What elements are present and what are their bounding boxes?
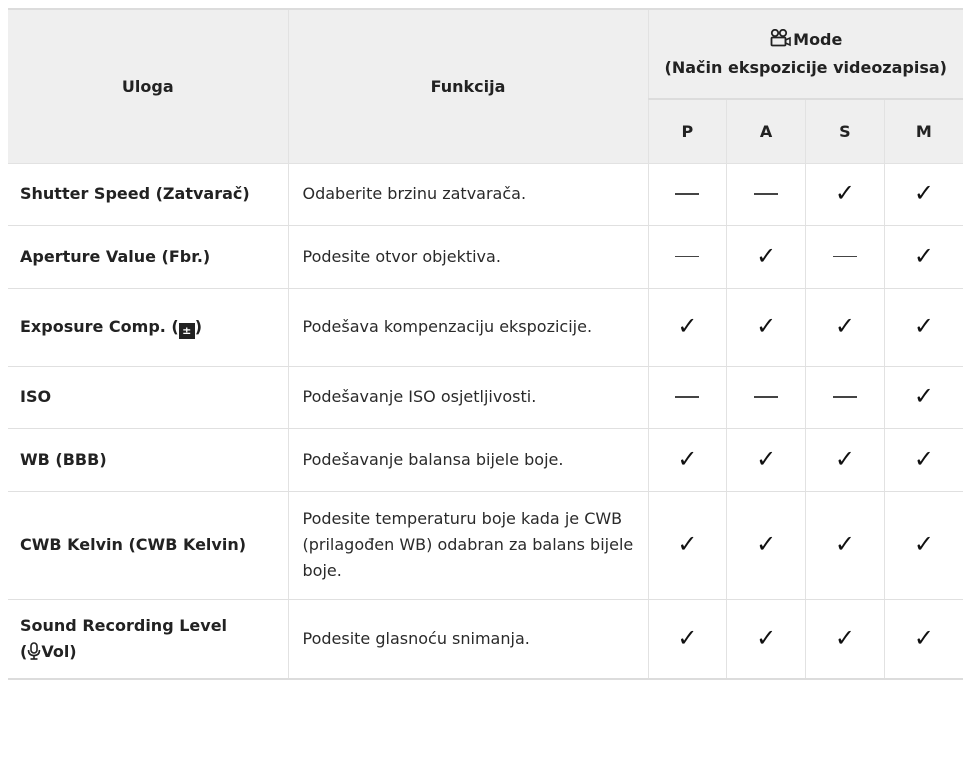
mark-cell: ✓: [647, 288, 727, 367]
checkmark-icon: ✓: [756, 623, 777, 652]
row-role: Aperture Value (Fbr.): [8, 225, 288, 289]
header-role: Uloga: [8, 8, 289, 164]
checkmark-icon: ✓: [677, 623, 698, 652]
mark-cell: ✓: [647, 599, 727, 680]
mark-cell: ✓: [883, 225, 964, 289]
row-role: ISO: [8, 366, 288, 429]
mark-cell: ✓: [883, 288, 964, 367]
row-role-prefix: Exposure Comp. (: [20, 317, 179, 336]
dash-icon: [832, 396, 857, 398]
row-role: Shutter Speed (Zatvarač): [8, 163, 288, 226]
header-mode-p: P: [648, 98, 728, 164]
mark-cell: [805, 366, 885, 429]
row-function: Podesite otvor objektiva.: [287, 225, 648, 289]
checkmark-icon: ✓: [913, 382, 934, 410]
mark-cell: [647, 366, 727, 429]
checkmark-icon: ✓: [834, 312, 855, 340]
mark-cell: [726, 366, 806, 429]
mark-cell: ✓: [883, 428, 964, 492]
checkmark-icon: ✓: [677, 444, 698, 473]
mark-cell: ✓: [805, 428, 885, 492]
header-mode-s: S: [805, 98, 885, 164]
header-function: Funkcija: [287, 8, 649, 164]
mark-cell: ✓: [726, 599, 806, 680]
table-row: CWB Kelvin (CWB Kelvin) Podesite tempera…: [8, 491, 964, 600]
mark-cell: ✓: [647, 491, 727, 600]
mark-cell: ✓: [726, 491, 806, 600]
checkmark-icon: ✓: [756, 530, 777, 558]
row-role-line1: Sound Recording Level: [20, 615, 228, 635]
dash-icon: [675, 193, 700, 195]
table-row: WB (BBB) Podešavanje balansa bijele boje…: [8, 428, 964, 492]
checkmark-icon: ✓: [756, 241, 777, 270]
row-function: Podešavanje ISO osjetljivosti.: [287, 366, 648, 429]
checkmark-icon: ✓: [834, 444, 855, 473]
row-function: Podesite temperaturu boje kada je CWB (p…: [287, 491, 648, 600]
mark-cell: ✓: [647, 428, 727, 492]
mark-cell: [726, 163, 806, 226]
header-mode: Mode (Način ekspozicije videozapisa): [647, 8, 964, 100]
mark-cell: [647, 225, 727, 289]
table-row: ISO Podešavanje ISO osjetljivosti. ✓: [8, 366, 964, 429]
header-mode-m: M: [883, 98, 964, 164]
row-function: Podešava kompenzaciju ekspozicije.: [287, 288, 648, 367]
dash-icon: [754, 396, 779, 398]
checkmark-icon: ✓: [677, 312, 698, 340]
row-function: Podesite glasnoću snimanja.: [287, 599, 648, 680]
checkmark-icon: ✓: [756, 444, 777, 473]
header-mode-subtitle: (Način ekspozicije videozapisa): [664, 58, 947, 77]
table-row: Shutter Speed (Zatvarač) Odaberite brzin…: [8, 163, 964, 226]
checkmark-icon: ✓: [834, 623, 855, 652]
mark-cell: ✓: [805, 288, 885, 367]
mark-cell: ✓: [805, 491, 885, 600]
checkmark-icon: ✓: [913, 179, 934, 207]
mark-cell: ✓: [883, 599, 964, 680]
settings-table: Uloga Funkcija Mode (Način ekspozicije v…: [8, 8, 964, 680]
table-row: Aperture Value (Fbr.) Podesite otvor obj…: [8, 225, 964, 289]
checkmark-icon: ✓: [677, 530, 698, 558]
row-role-line2-suffix: Vol): [41, 641, 77, 661]
checkmark-icon: ✓: [834, 179, 855, 207]
dash-icon: [754, 193, 779, 195]
mark-cell: ✓: [726, 288, 806, 367]
checkmark-icon: ✓: [913, 312, 934, 340]
row-function: Odaberite brzinu zatvarača.: [287, 163, 648, 226]
mark-cell: [647, 163, 727, 226]
table-row: Sound Recording Level ( Vol) Podesite glas…: [8, 599, 964, 680]
checkmark-icon: ✓: [913, 444, 934, 473]
checkmark-icon: ✓: [913, 241, 934, 270]
checkmark-icon: ✓: [913, 530, 934, 558]
mark-cell: ✓: [883, 366, 964, 429]
checkmark-icon: ✓: [834, 530, 855, 558]
row-role-suffix: ): [194, 317, 203, 336]
dash-icon: [832, 255, 857, 258]
row-role: WB (BBB): [8, 428, 288, 492]
row-role-line2-prefix: (: [20, 641, 28, 661]
row-role: Exposure Comp. (±): [8, 288, 288, 367]
row-function: Podešavanje balansa bijele boje.: [287, 428, 648, 492]
movie-camera-icon: [770, 29, 791, 47]
mark-cell: ✓: [883, 163, 964, 226]
checkmark-icon: ✓: [913, 623, 934, 652]
microphone-icon: [28, 641, 41, 660]
dash-icon: [675, 396, 700, 398]
row-role: Sound Recording Level ( Vol): [8, 599, 288, 680]
mark-cell: ✓: [726, 428, 806, 492]
header-mode-a: A: [726, 98, 806, 164]
header-mode-title: Mode: [793, 30, 843, 49]
mark-cell: ✓: [805, 163, 885, 226]
mark-cell: ✓: [726, 225, 806, 289]
row-role: CWB Kelvin (CWB Kelvin): [8, 491, 288, 600]
table-row: Exposure Comp. (±) Podešava kompenzaciju…: [8, 288, 964, 367]
checkmark-icon: ✓: [756, 312, 777, 340]
mark-cell: [805, 225, 885, 289]
mark-cell: ✓: [805, 599, 885, 680]
dash-icon: [675, 255, 700, 258]
exposure-comp-icon: ±: [178, 323, 195, 339]
mark-cell: ✓: [883, 491, 964, 600]
